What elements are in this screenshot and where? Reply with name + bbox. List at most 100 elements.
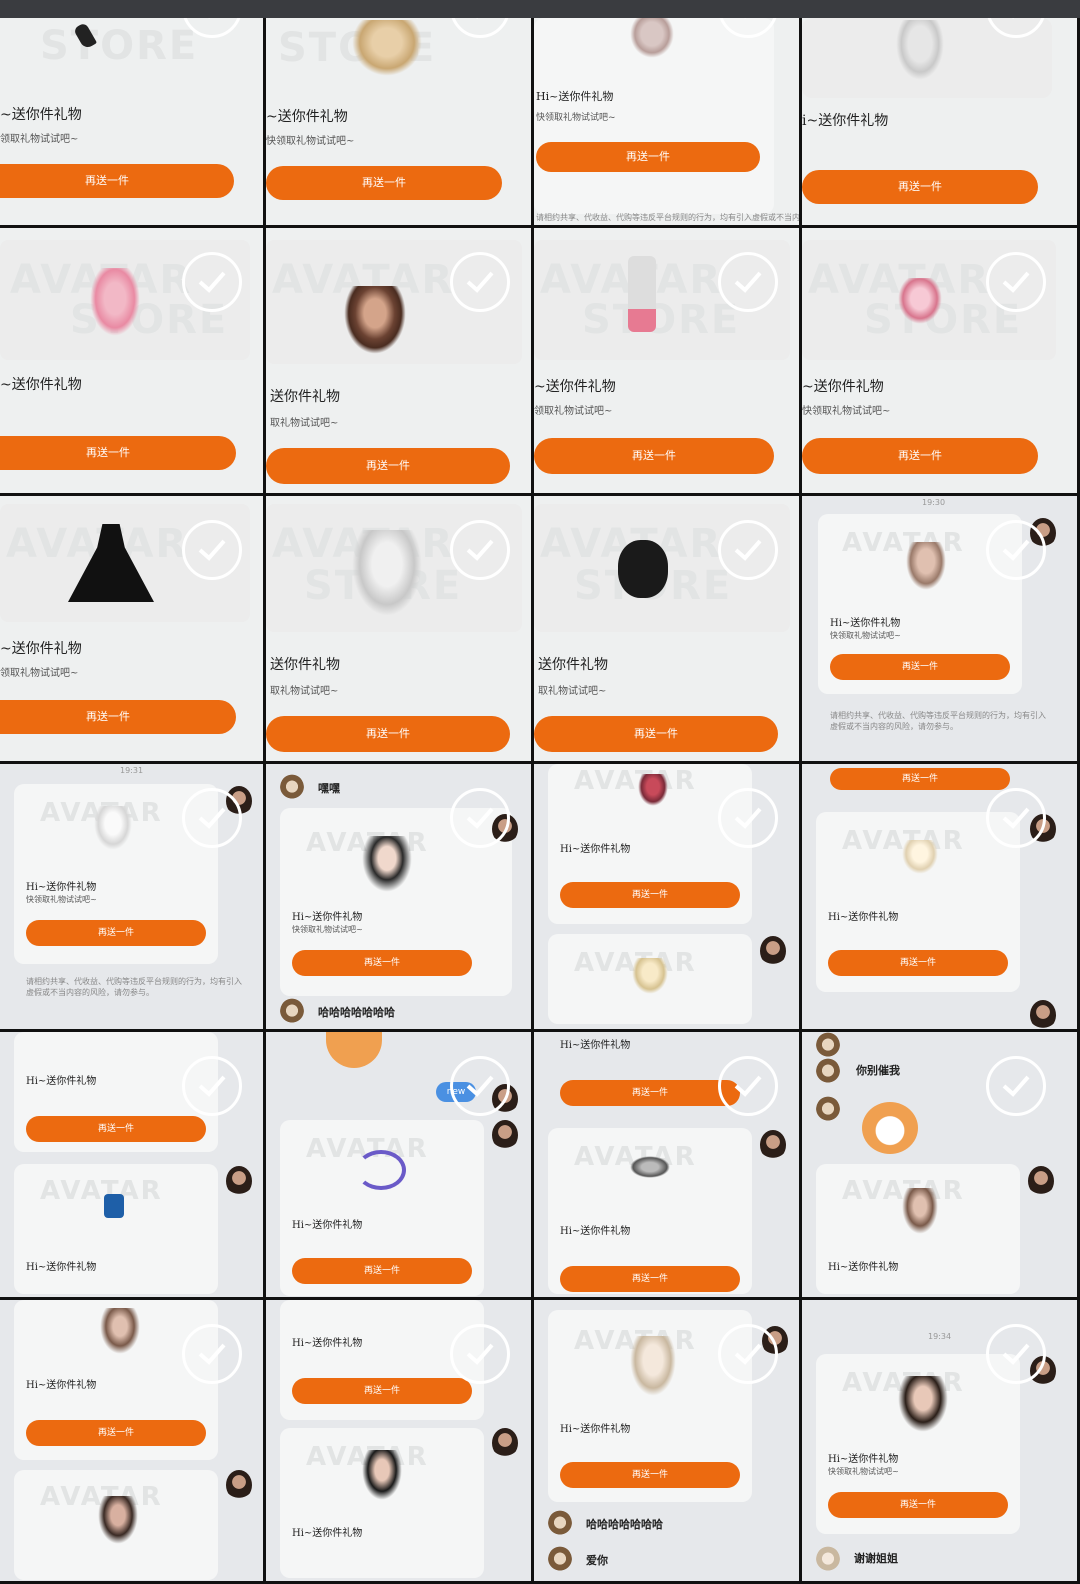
grid-cell-23[interactable]: AVATAR Hi~送你件礼物 再送一件 哈哈哈哈哈哈哈 爱你 xyxy=(534,1300,802,1584)
send-again-button[interactable]: 再送一件 xyxy=(802,438,1038,474)
select-checkbox[interactable] xyxy=(182,788,242,848)
select-checkbox[interactable] xyxy=(718,1056,778,1116)
grid-cell-11[interactable]: AVATAR STORE 送你件礼物 取礼物试试吧~ 再送一件 xyxy=(534,496,802,764)
gift-subtitle: 取礼物试试吧~ xyxy=(538,686,607,697)
select-checkbox[interactable] xyxy=(182,252,242,312)
select-checkbox[interactable] xyxy=(986,520,1046,580)
send-again-button[interactable]: 再送一件 xyxy=(0,436,236,470)
grid-cell-3[interactable]: Hi~送你件礼物 快领取礼物试试吧~ 再送一件 请相约共享、代收益、代购等违反平… xyxy=(534,18,802,228)
grid-cell-9[interactable]: AVATAR ~送你件礼物 领取礼物试试吧~ 再送一件 xyxy=(0,496,266,764)
select-checkbox[interactable] xyxy=(450,252,510,312)
select-checkbox[interactable] xyxy=(718,1324,778,1384)
send-again-button[interactable]: 再送一件 xyxy=(0,164,234,198)
select-checkbox[interactable] xyxy=(450,18,510,38)
send-again-button[interactable]: 再送一件 xyxy=(828,1492,1008,1518)
watermark: STORE xyxy=(40,23,199,69)
timestamp: 19:30 xyxy=(922,498,946,507)
gift-item-image xyxy=(906,542,946,590)
grid-cell-8[interactable]: AVATAR STORE ~送你件礼物 快领取礼物试试吧~ 再送一件 xyxy=(802,228,1080,496)
gift-item-image xyxy=(352,20,422,76)
user-avatar xyxy=(226,1470,252,1500)
grid-cell-4[interactable]: i~送你件礼物 再送一件 xyxy=(802,18,1080,228)
gift-item-image xyxy=(898,1376,948,1432)
select-checkbox[interactable] xyxy=(986,252,1046,312)
select-checkbox[interactable] xyxy=(986,1056,1046,1116)
grid-cell-22[interactable]: Hi~送你件礼物 再送一件 AVATAR Hi~送你件礼物 xyxy=(266,1300,534,1584)
select-checkbox[interactable] xyxy=(718,520,778,580)
friend-avatar xyxy=(548,1546,572,1574)
select-checkbox[interactable] xyxy=(986,1324,1046,1384)
gift-subtitle: 快领取礼物试试吧~ xyxy=(266,136,355,147)
grid-cell-19[interactable]: Hi~送你件礼物 再送一件 AVATAR Hi~送你件礼物 再送一件 xyxy=(534,1032,802,1300)
send-again-button[interactable]: 再送一件 xyxy=(266,716,510,752)
grid-cell-18[interactable]: new AVATAR Hi~送你件礼物 再送一件 xyxy=(266,1032,534,1300)
select-checkbox[interactable] xyxy=(718,788,778,848)
send-again-button[interactable]: 再送一件 xyxy=(560,1080,740,1106)
send-again-button[interactable]: 再送一件 xyxy=(266,166,502,200)
gift-title: ~送你件礼物 xyxy=(266,109,348,125)
timestamp: 19:31 xyxy=(120,766,144,775)
user-avatar xyxy=(1030,1000,1056,1029)
send-again-button[interactable]: 再送一件 xyxy=(292,1378,472,1404)
grid-cell-12[interactable]: 19:30 AVATAR Hi~送你件礼物 快领取礼物试试吧~ 再送一件 请相约… xyxy=(802,496,1080,764)
send-again-button[interactable]: 再送一件 xyxy=(560,882,740,908)
gift-subtitle: 领取礼物试试吧~ xyxy=(0,668,79,679)
grid-cell-21[interactable]: Hi~送你件礼物 再送一件 AVATAR xyxy=(0,1300,266,1584)
send-again-button[interactable]: 再送一件 xyxy=(802,170,1038,204)
grid-cell-13[interactable]: 19:31 AVATAR Hi~送你件礼物 快领取礼物试试吧~ 再送一件 请相约… xyxy=(0,764,266,1032)
grid-cell-2[interactable]: STORE ~送你件礼物 快领取礼物试试吧~ 再送一件 xyxy=(266,18,534,228)
send-again-button[interactable]: 再送一件 xyxy=(534,716,778,752)
send-again-button[interactable]: 再送一件 xyxy=(0,700,236,734)
select-checkbox[interactable] xyxy=(718,252,778,312)
grid-cell-1[interactable]: STORE ~送你件礼物 领取礼物试试吧~ 再送一件 xyxy=(0,18,266,228)
send-again-button[interactable]: 再送一件 xyxy=(560,1266,740,1292)
gift-title: ~送你件礼物 xyxy=(0,107,82,123)
gift-item-image xyxy=(362,836,412,892)
gift-title: 送你件礼物 xyxy=(270,389,340,405)
gift-item-image xyxy=(902,1188,938,1234)
send-again-button[interactable]: 再送一件 xyxy=(534,438,774,474)
user-avatar xyxy=(760,1130,786,1160)
grid-cell-24[interactable]: 19:34 AVATAR Hi~送你件礼物 快领取礼物试试吧~ 再送一件 谢谢姐… xyxy=(802,1300,1080,1584)
select-checkbox[interactable] xyxy=(182,520,242,580)
grid-cell-20[interactable]: 你别催我 AVATAR Hi~送你件礼物 xyxy=(802,1032,1080,1300)
gift-subtitle: 快领取礼物试试吧~ xyxy=(26,895,97,904)
send-again-button[interactable]: 再送一件 xyxy=(266,448,510,484)
grid-cell-7[interactable]: AVATAR STORE ~送你件礼物 领取礼物试试吧~ 再送一件 xyxy=(534,228,802,496)
send-again-button[interactable]: 再送一件 xyxy=(26,1116,206,1142)
select-checkbox[interactable] xyxy=(450,1056,510,1116)
gift-item-image xyxy=(632,958,668,994)
send-again-button[interactable]: 再送一件 xyxy=(828,950,1008,976)
send-again-button[interactable]: 再送一件 xyxy=(292,950,472,976)
grid-cell-14[interactable]: 嘿嘿 AVATAR Hi~送你件礼物 快领取礼物试试吧~ 再送一件 哈哈哈哈哈哈… xyxy=(266,764,534,1032)
chat-message: 哈哈哈哈哈哈哈 xyxy=(318,1006,395,1019)
send-again-button[interactable]: 再送一件 xyxy=(830,768,1010,790)
gift-title: Hi~送你件礼物 xyxy=(292,912,363,923)
grid-cell-5[interactable]: AVATAR STORE ~送你件礼物 再送一件 xyxy=(0,228,266,496)
select-checkbox[interactable] xyxy=(182,1324,242,1384)
select-checkbox[interactable] xyxy=(450,1324,510,1384)
gift-subtitle: 取礼物试试吧~ xyxy=(270,418,339,429)
friend-avatar xyxy=(816,1058,840,1086)
screenshot-grid: STORE ~送你件礼物 领取礼物试试吧~ 再送一件 STORE ~送你件礼物 … xyxy=(0,18,1080,1584)
send-again-button[interactable]: 再送一件 xyxy=(560,1462,740,1488)
grid-cell-10[interactable]: AVATAR STORE 送你件礼物 取礼物试试吧~ 再送一件 xyxy=(266,496,534,764)
grid-cell-17[interactable]: Hi~送你件礼物 再送一件 AVATAR Hi~送你件礼物 xyxy=(0,1032,266,1300)
grid-cell-6[interactable]: AVATAR 送你件礼物 取礼物试试吧~ 再送一件 xyxy=(266,228,534,496)
send-again-button[interactable]: 再送一件 xyxy=(292,1258,472,1284)
sticker-image xyxy=(862,1102,918,1154)
grid-cell-16[interactable]: 再送一件 AVATAR Hi~送你件礼物 再送一件 xyxy=(802,764,1080,1032)
gift-subtitle: 快领取礼物试试吧~ xyxy=(536,113,616,123)
friend-avatar xyxy=(816,1096,840,1124)
send-again-button[interactable]: 再送一件 xyxy=(536,142,760,172)
select-checkbox[interactable] xyxy=(450,520,510,580)
gift-subtitle: 快领取礼物试试吧~ xyxy=(292,925,363,934)
send-again-button[interactable]: 再送一件 xyxy=(26,1420,206,1446)
send-again-button[interactable]: 再送一件 xyxy=(26,920,206,946)
notice-text: 请相约共享、代收益、代购等违反平台规则的行为，均有引入虚假或不当内容的风险，请勿… xyxy=(536,213,800,222)
select-checkbox[interactable] xyxy=(986,788,1046,848)
select-checkbox[interactable] xyxy=(450,788,510,848)
send-again-button[interactable]: 再送一件 xyxy=(830,654,1010,680)
select-checkbox[interactable] xyxy=(182,1056,242,1116)
grid-cell-15[interactable]: AVATAR Hi~送你件礼物 再送一件 AVATAR xyxy=(534,764,802,1032)
